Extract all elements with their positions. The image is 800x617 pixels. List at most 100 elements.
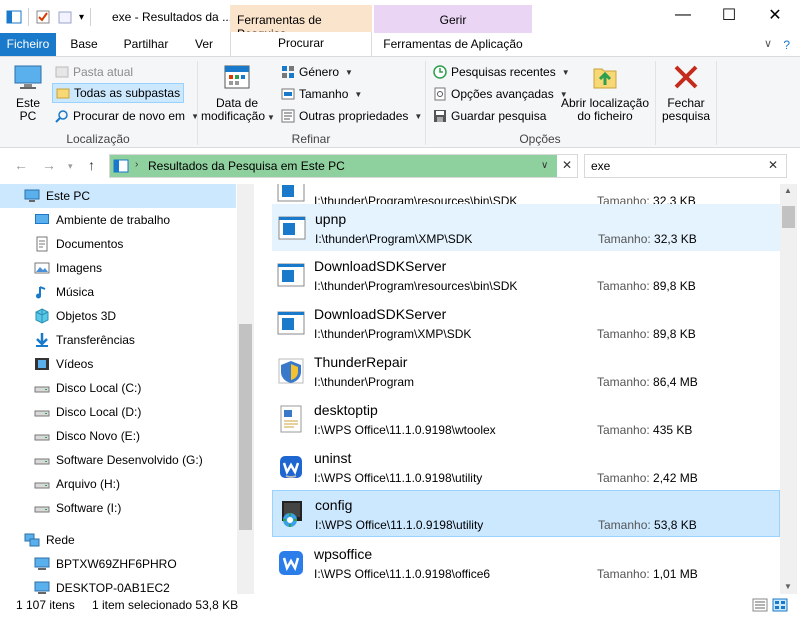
nav-item-label: Ambiente de trabalho bbox=[56, 213, 171, 227]
tab-search[interactable]: Procurar bbox=[230, 32, 372, 56]
nav-item-label: Disco Local (D:) bbox=[56, 405, 142, 419]
address-dropdown-icon[interactable]: ∨ bbox=[541, 160, 548, 171]
advanced-options-icon bbox=[434, 87, 446, 101]
qat-customize-icon[interactable]: ▾ bbox=[79, 12, 84, 23]
quick-access-toolbar: ▾ bbox=[6, 6, 92, 28]
save-search-button[interactable]: Guardar pesquisa bbox=[430, 106, 549, 126]
nav-item[interactable]: Software Desenvolvido (G:) bbox=[0, 448, 236, 472]
nav-item[interactable]: Disco Local (D:) bbox=[0, 400, 236, 424]
search-input[interactable]: exe bbox=[591, 159, 610, 173]
current-folder-button[interactable]: Pasta atual bbox=[52, 62, 136, 82]
kind-button[interactable]: Género ▼ bbox=[278, 62, 356, 82]
nav-item-label: Disco Local (C:) bbox=[56, 381, 142, 395]
clear-address-icon[interactable]: ✕ bbox=[562, 158, 572, 172]
recent-locations-chevron-icon[interactable]: ▾ bbox=[68, 161, 73, 172]
nav-item[interactable]: Disco Local (C:) bbox=[0, 376, 236, 400]
scroll-up-icon[interactable]: ▲ bbox=[784, 186, 792, 195]
properties-icon[interactable] bbox=[35, 9, 51, 25]
nav-item-label: Vídeos bbox=[56, 357, 94, 371]
chevron-down-icon: ▼ bbox=[414, 111, 423, 121]
music-icon bbox=[36, 286, 46, 299]
search-box[interactable]: exe ✕ bbox=[584, 154, 787, 178]
tab-share[interactable]: Partilhar bbox=[112, 33, 180, 56]
file-row[interactable]: ThunderRepair I:\thunder\Program Tamanho: … bbox=[272, 348, 780, 395]
file-size: Tamanho: 435 KB bbox=[597, 423, 692, 437]
file-row[interactable]: uninst I:\WPS Office\11.1.0.9198\utility T… bbox=[272, 444, 780, 491]
nav-scrollbar[interactable] bbox=[237, 184, 254, 594]
file-size: Tamanho: 32,3 KB bbox=[598, 232, 697, 246]
file-name: wpsoffice bbox=[314, 546, 373, 562]
address-path[interactable]: Resultados da Pesquisa em Este PC bbox=[148, 159, 345, 173]
address-bar[interactable]: › Resultados da Pesquisa em Este PC ∨ ✕ bbox=[109, 154, 578, 178]
close-search-button[interactable]: Fechar pesquisa bbox=[660, 61, 712, 123]
file-row[interactable]: desktoptip I:\WPS Office\11.1.0.9198\wtoo… bbox=[272, 396, 780, 443]
this-pc-button[interactable]: Este PC bbox=[8, 61, 48, 123]
large-icons-view-icon[interactable] bbox=[772, 598, 788, 612]
nav-scrollbar-thumb[interactable] bbox=[239, 324, 252, 530]
file-row[interactable]: wpsoffice I:\WPS Office\11.1.0.9198\offic… bbox=[272, 540, 780, 587]
download-icon bbox=[36, 333, 48, 347]
file-row[interactable]: DownloadSDKServer I:\thunder\Program\XMP\… bbox=[272, 300, 780, 347]
file-row[interactable]: config I:\WPS Office\11.1.0.9198\utility T… bbox=[272, 490, 780, 537]
nav-item[interactable]: Software (I:) bbox=[0, 496, 236, 520]
item-count: 1 107 itens bbox=[16, 598, 75, 612]
scroll-down-icon[interactable]: ▼ bbox=[784, 582, 792, 591]
nav-item[interactable]: Arquivo (H:) bbox=[0, 472, 236, 496]
list-scrollbar-thumb[interactable] bbox=[782, 206, 795, 228]
nav-item[interactable]: DESKTOP-0AB1EC2 bbox=[0, 576, 236, 594]
details-view-icon[interactable] bbox=[752, 598, 768, 612]
nav-item[interactable]: Rede bbox=[0, 528, 236, 552]
nav-item[interactable]: Disco Novo (E:) bbox=[0, 424, 236, 448]
nav-item[interactable]: Música bbox=[0, 280, 236, 304]
search-again-in-button[interactable]: Procurar de novo em ▼ bbox=[52, 106, 202, 126]
collapse-ribbon-icon[interactable]: ∨ bbox=[764, 37, 772, 50]
nav-item-label: DESKTOP-0AB1EC2 bbox=[56, 581, 170, 594]
back-arrow-icon[interactable]: ← bbox=[14, 157, 28, 173]
forward-arrow-icon[interactable]: → bbox=[42, 157, 56, 173]
date-modified-button[interactable]: Data de modificação ▼ bbox=[201, 61, 275, 124]
nav-item-label: Disco Novo (E:) bbox=[56, 429, 141, 443]
tab-file[interactable]: Ficheiro bbox=[0, 33, 56, 56]
advanced-options-button[interactable]: Opções avançadas ▼ bbox=[430, 84, 571, 104]
file-size-label: Tamanho: bbox=[597, 375, 650, 389]
file-row[interactable]: upnp I:\thunder\Program\XMP\SDK Tamanho: 3… bbox=[272, 204, 780, 251]
file-name: upnp bbox=[315, 211, 347, 227]
help-icon[interactable]: ? bbox=[783, 38, 790, 52]
nav-item[interactable]: BPTXW69ZHF6PHRO bbox=[0, 552, 236, 576]
tab-view[interactable]: Ver bbox=[180, 33, 228, 56]
nav-item[interactable]: Transferências bbox=[0, 328, 236, 352]
up-arrow-icon[interactable]: ↑ bbox=[88, 157, 95, 173]
window-title: exe - Resultados da ... bbox=[112, 10, 233, 24]
app-window-icon bbox=[277, 263, 305, 287]
nav-item[interactable]: Objetos 3D bbox=[0, 304, 236, 328]
ribbon-tabs: Ficheiro Base Partilhar Ver Procurar Fer… bbox=[0, 32, 800, 56]
nav-item[interactable]: Imagens bbox=[0, 256, 236, 280]
file-name: uninst bbox=[314, 450, 352, 466]
file-size-label: Tamanho: bbox=[597, 279, 650, 293]
list-scrollbar[interactable]: ▲ ▼ bbox=[780, 184, 797, 594]
nav-item-label: Rede bbox=[46, 533, 75, 547]
breadcrumb-chevron-icon[interactable]: › bbox=[135, 159, 138, 170]
nav-item[interactable]: Este PC bbox=[0, 184, 236, 208]
explorer-window-icon[interactable] bbox=[6, 9, 22, 25]
all-subfolders-button[interactable]: Todas as subpastas bbox=[52, 83, 185, 103]
file-row[interactable]: DownloadSDKServer I:\thunder\Program\reso… bbox=[272, 252, 780, 299]
tab-home[interactable]: Base bbox=[56, 33, 112, 56]
minimize-button[interactable]: — bbox=[660, 0, 706, 30]
nav-item[interactable]: Documentos bbox=[0, 232, 236, 256]
maximize-button[interactable]: ☐ bbox=[706, 0, 752, 30]
nav-item[interactable]: Vídeos bbox=[0, 352, 236, 376]
tab-application-tools[interactable]: Ferramentas de Aplicação bbox=[374, 33, 532, 56]
other-properties-button[interactable]: Outras propriedades ▼ bbox=[278, 106, 425, 126]
new-folder-icon[interactable] bbox=[57, 9, 73, 25]
close-button[interactable]: ✕ bbox=[752, 0, 798, 30]
open-file-location-button[interactable]: Abrir localização do ficheiro bbox=[560, 61, 650, 123]
recent-searches-button[interactable]: Pesquisas recentes ▼ bbox=[430, 62, 573, 82]
size-button[interactable]: Tamanho ▼ bbox=[278, 84, 365, 104]
clear-search-icon[interactable]: ✕ bbox=[768, 158, 778, 172]
nav-item[interactable]: Ambiente de trabalho bbox=[0, 208, 236, 232]
file-path: I:\WPS Office\11.1.0.9198\utility bbox=[315, 518, 484, 532]
chevron-down-icon: ▼ bbox=[354, 89, 363, 99]
drive-icon bbox=[34, 386, 50, 393]
file-size: Tamanho: 1,01 MB bbox=[597, 567, 698, 581]
